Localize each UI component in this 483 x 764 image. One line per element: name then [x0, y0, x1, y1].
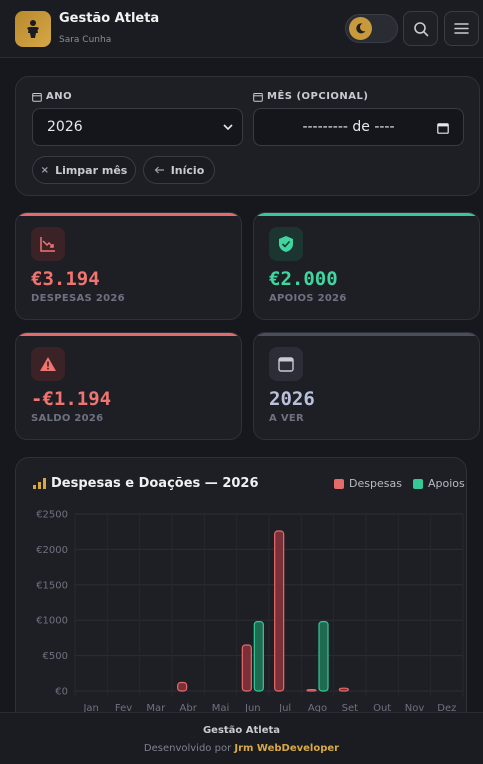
menu-icon	[454, 23, 469, 34]
theme-toggle[interactable]	[345, 14, 398, 43]
arrow-left-icon	[154, 166, 164, 174]
y-tick-label: €500	[43, 651, 68, 662]
bar-despesas-set	[338, 687, 349, 692]
ano-card: 2026 A VER	[253, 332, 480, 440]
month-label: MÊS (OPCIONAL)	[253, 91, 368, 102]
y-tick-label: €1500	[36, 580, 68, 591]
menu-button[interactable]	[444, 11, 479, 46]
footer: Gestão Atleta Desenvolvido por Jrm WebDe…	[0, 712, 483, 764]
month-input[interactable]: --------- de ----	[253, 108, 464, 146]
calendar-icon	[269, 347, 303, 381]
saldo-card: -€1.194 SALDO 2026	[15, 332, 242, 440]
app-header: Gestão Atleta Sara Cunha	[0, 0, 483, 58]
search-icon	[413, 21, 428, 36]
chevron-down-icon	[223, 124, 233, 131]
y-tick-label: €2000	[36, 545, 68, 556]
home-button[interactable]: Início	[143, 156, 215, 184]
calendar-icon	[253, 92, 263, 102]
bar-despesas-jul	[274, 530, 285, 692]
apoios-value: €2.000	[269, 268, 338, 290]
footer-title: Gestão Atleta	[202, 725, 281, 736]
app-title: Gestão Atleta	[59, 11, 160, 26]
ano-label: A VER	[269, 413, 304, 424]
bar-despesas-jun	[241, 644, 252, 692]
despesas-label: DESPESAS 2026	[31, 293, 125, 304]
apoios-label: APOIOS 2026	[269, 293, 347, 304]
moon-icon	[349, 17, 372, 40]
despesas-card: €3.194 DESPESAS 2026	[15, 212, 242, 320]
filter-card: ANO 2026 MÊS (OPCIONAL) --------- de ---…	[15, 76, 480, 196]
warning-icon	[31, 347, 65, 381]
calendar-icon	[437, 123, 449, 134]
bar-apoios-jun	[253, 621, 264, 692]
bar-despesas-ago	[306, 688, 317, 692]
footer-credit: Desenvolvido por Jrm WebDeveloper	[143, 743, 340, 754]
trend-down-icon	[31, 227, 65, 261]
year-select[interactable]: 2026	[32, 108, 243, 146]
despesas-value: €3.194	[31, 268, 100, 290]
athlete-icon[interactable]	[15, 11, 51, 47]
y-tick-label: €2500	[36, 510, 68, 521]
y-tick-label: €0	[55, 687, 68, 698]
close-icon: ×	[40, 164, 50, 176]
bar-despesas-abr	[177, 681, 188, 692]
developer-link[interactable]: Jrm WebDeveloper	[234, 743, 339, 754]
saldo-value: -€1.194	[31, 388, 112, 410]
calendar-icon	[32, 92, 42, 102]
shield-check-icon	[269, 227, 303, 261]
bar-apoios-ago	[318, 621, 329, 692]
y-tick-label: €1000	[36, 616, 68, 627]
saldo-label: SALDO 2026	[31, 413, 104, 424]
search-button[interactable]	[403, 11, 438, 46]
ano-value: 2026	[269, 388, 315, 410]
user-name: Sara Cunha	[59, 35, 112, 45]
year-label: ANO	[32, 91, 72, 102]
clear-month-button[interactable]: × Limpar mês	[32, 156, 136, 184]
apoios-card: €2.000 APOIOS 2026	[253, 212, 480, 320]
